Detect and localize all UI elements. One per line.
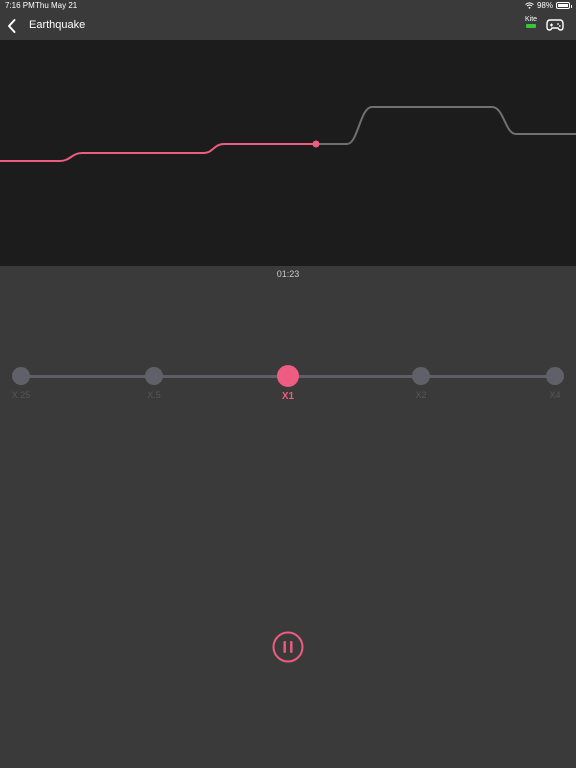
- status-bar: 7:16 PM Thu May 21 98%: [0, 0, 576, 12]
- pattern-graph[interactable]: [0, 40, 576, 266]
- status-time: 7:16 PM: [5, 1, 35, 10]
- pause-icon[interactable]: [272, 631, 304, 663]
- battery-icon: [556, 2, 572, 9]
- speed-label-selected: X1: [281, 391, 295, 402]
- speed-label: X4: [549, 390, 561, 400]
- status-right: 98%: [525, 1, 572, 10]
- nav-bar: Earthquake Kite: [0, 12, 576, 40]
- status-date: Thu May 21: [35, 1, 78, 10]
- speed-selector: X.25 X.5 X1 X2 X4: [0, 360, 576, 410]
- speed-label: X2: [415, 390, 427, 400]
- device-status: Kite: [520, 16, 542, 28]
- chevron-left-icon[interactable]: [5, 17, 19, 35]
- speed-option-x4[interactable]: [546, 367, 564, 385]
- battery-percent: 98%: [536, 1, 553, 10]
- page-title: Earthquake: [29, 19, 86, 31]
- pattern-curve-played: [0, 143, 316, 162]
- speed-label: X.25: [11, 390, 31, 400]
- speed-option-x025[interactable]: [12, 367, 30, 385]
- speed-option-x1[interactable]: [277, 365, 299, 387]
- speed-option-x05[interactable]: [145, 367, 163, 385]
- device-name: Kite: [524, 16, 538, 23]
- playhead-marker[interactable]: [312, 140, 320, 148]
- device-battery-indicator: [526, 24, 536, 28]
- speed-label: X.5: [147, 390, 161, 400]
- speed-option-x2[interactable]: [412, 367, 430, 385]
- wifi-icon: [525, 2, 534, 9]
- gamepad-icon[interactable]: [546, 17, 564, 33]
- elapsed-time: 01:23: [276, 269, 300, 279]
- pattern-curve-remaining: [316, 106, 576, 145]
